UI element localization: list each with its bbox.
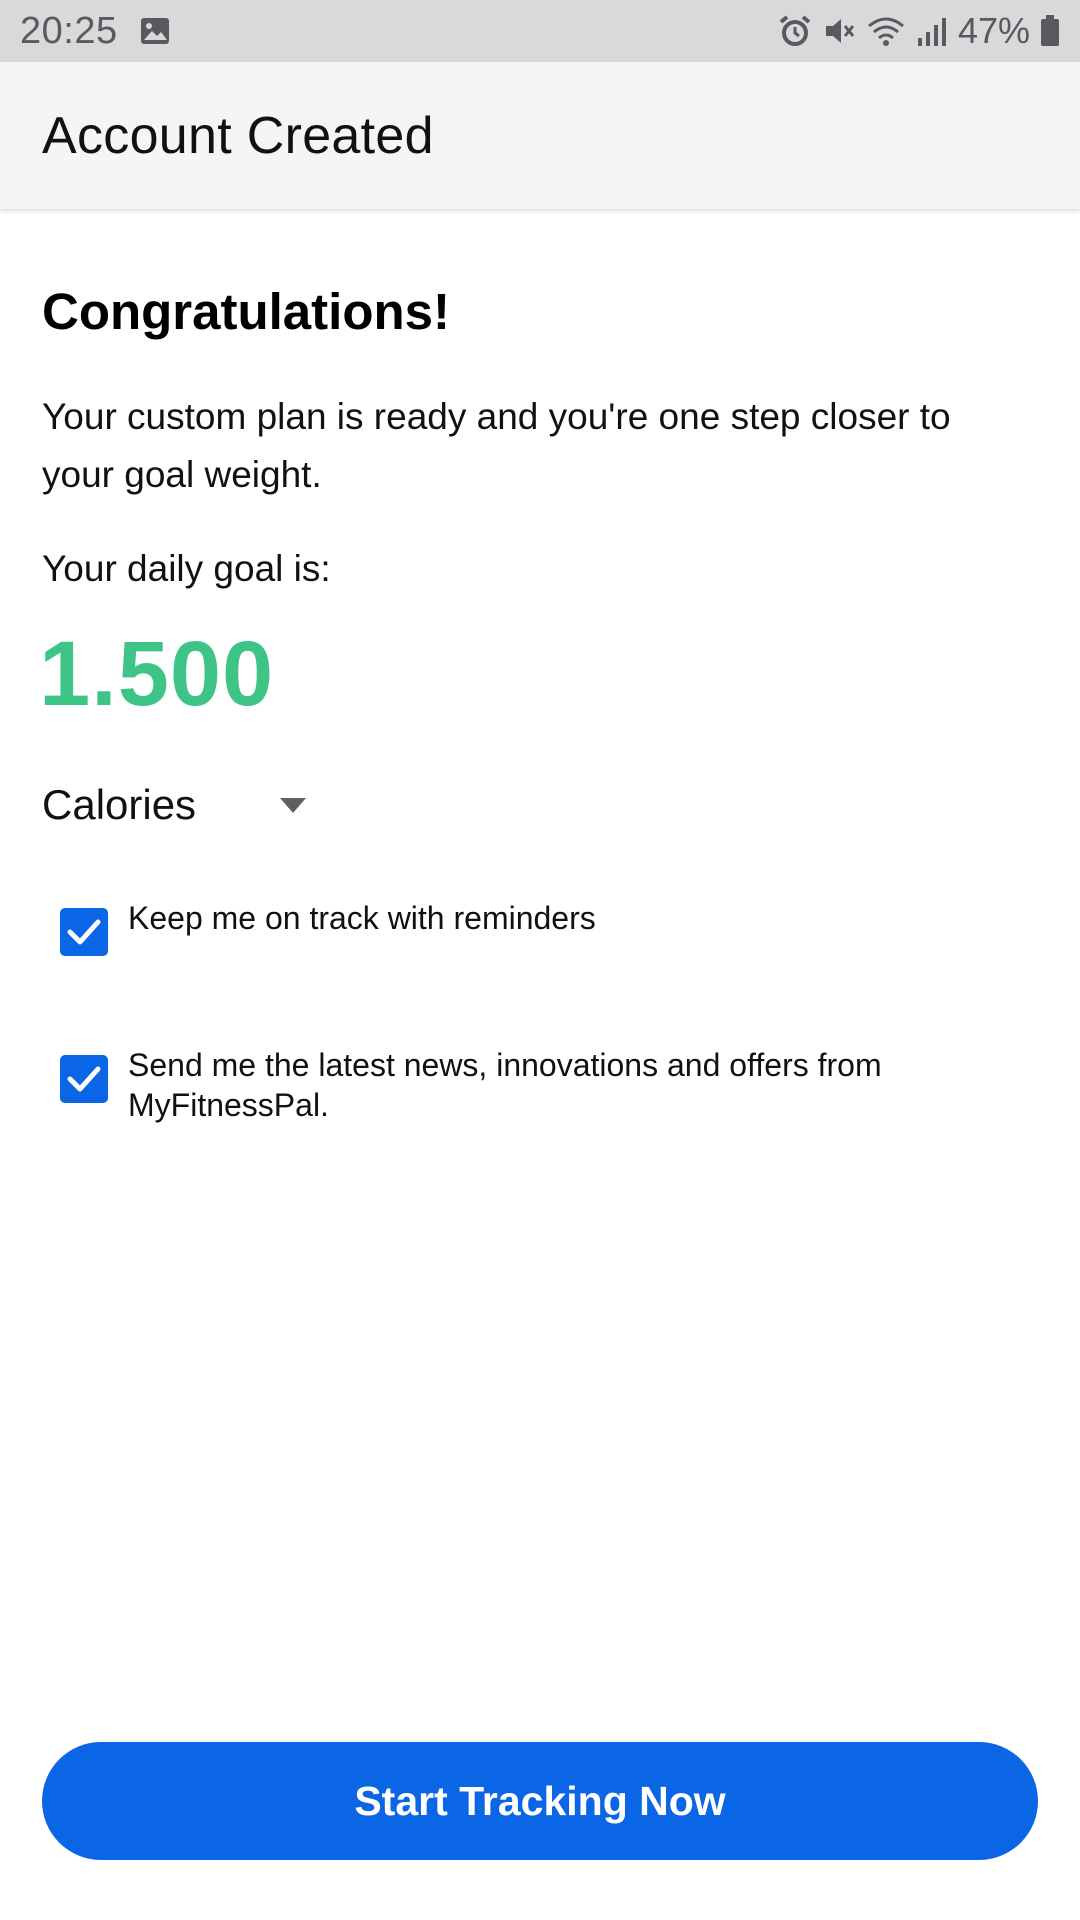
checkmark-icon <box>67 919 101 945</box>
wifi-icon <box>867 17 904 46</box>
gallery-icon <box>140 18 169 44</box>
alarm-icon <box>779 15 811 46</box>
status-time: 20:25 <box>20 9 118 52</box>
status-bar: 20:25 47% <box>0 0 1080 62</box>
reminders-checkbox[interactable] <box>60 908 108 956</box>
status-left: 20:25 <box>20 10 170 53</box>
reminders-option: Keep me on track with reminders <box>60 900 1020 956</box>
chevron-down-icon <box>280 798 306 813</box>
app-header: Account Created <box>0 62 1080 210</box>
news-checkbox[interactable] <box>60 1055 108 1103</box>
reminders-label[interactable]: Keep me on track with reminders <box>128 898 596 938</box>
battery-percent: 47% <box>957 10 1030 51</box>
daily-goal-value: 1.500 <box>39 623 275 725</box>
goal-unit-dropdown[interactable]: Calories <box>42 770 332 840</box>
status-right: 47% <box>768 10 1060 52</box>
mute-icon <box>825 19 855 43</box>
news-label[interactable]: Send me the latest news, innovations and… <box>128 1045 1020 1125</box>
battery-icon <box>1041 15 1059 46</box>
congrats-heading: Congratulations! <box>42 283 450 340</box>
start-tracking-button[interactable]: Start Tracking Now <box>42 1742 1038 1860</box>
news-option: Send me the latest news, innovations and… <box>60 1047 1020 1125</box>
page-title: Account Created <box>42 107 434 165</box>
goal-unit-selected: Calories <box>42 781 197 828</box>
daily-goal-label: Your daily goal is: <box>42 548 331 589</box>
intro-text: Your custom plan is ready and you're one… <box>42 396 951 495</box>
signal-icon <box>917 18 946 46</box>
checkmark-icon <box>67 1066 101 1092</box>
